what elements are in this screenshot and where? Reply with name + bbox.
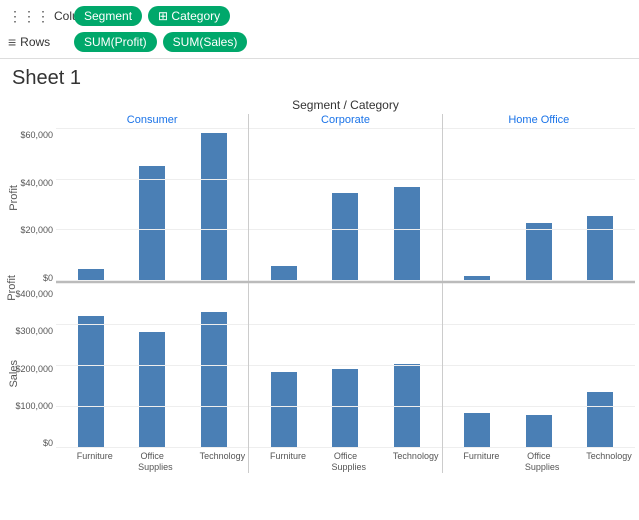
- top-toolbar: ⋮⋮⋮ Columns Segment ⊞ Category ≡ Rows SU…: [0, 0, 639, 59]
- rows-row: ≡ Rows SUM(Profit) SUM(Sales): [8, 32, 631, 52]
- x-labels-area: Furniture Office Supplies Technology Fur…: [4, 448, 635, 473]
- x-label: Office Supplies: [138, 451, 166, 473]
- x-label: Furniture: [270, 451, 298, 473]
- segment-pill[interactable]: Segment: [74, 6, 142, 26]
- bar: [271, 266, 297, 281]
- category-pill[interactable]: ⊞ Category: [148, 6, 230, 26]
- sheet-title: Sheet 1: [0, 59, 639, 98]
- sum-sales-pill[interactable]: SUM(Sales): [163, 32, 248, 52]
- x-label: Furniture: [77, 451, 105, 473]
- bar: [526, 415, 552, 448]
- bar: [78, 316, 104, 448]
- consumer-profit-bars: [56, 128, 249, 281]
- rows-icon: ≡: [8, 34, 16, 50]
- segment-labels: Consumer Corporate Home Office: [56, 114, 635, 128]
- x-label: Office Supplies: [525, 451, 553, 473]
- bar: [587, 392, 613, 448]
- chart-header: Segment / Category: [56, 98, 635, 112]
- profit-y-ticks: $60,000 $40,000 $20,000 $0 $400,000 $300…: [20, 128, 56, 448]
- home-office-profit-bars: [443, 128, 635, 281]
- consumer-sales-bars: [56, 283, 249, 448]
- bar: [139, 166, 165, 281]
- bar: [464, 413, 490, 448]
- x-label: Office Supplies: [331, 451, 359, 473]
- home-office-sales-bars: [443, 283, 635, 448]
- corporate-sales-bars: [249, 283, 442, 448]
- rows-label: ≡ Rows: [8, 34, 68, 50]
- bar: [201, 133, 227, 281]
- segment-consumer: Consumer: [56, 114, 249, 128]
- bar: [526, 223, 552, 281]
- profit-axis-label: Profit: [8, 185, 20, 211]
- segment-corporate: Corporate: [249, 114, 442, 128]
- bar: [139, 332, 165, 448]
- bar: [332, 193, 358, 281]
- columns-label: ⋮⋮⋮ Columns: [8, 8, 68, 25]
- bar: [332, 369, 358, 448]
- home-office-x-labels: Furniture Office Supplies Technology: [443, 448, 635, 473]
- consumer-x-labels: Furniture Office Supplies Technology: [56, 448, 249, 473]
- columns-icon: ⋮⋮⋮: [8, 8, 50, 25]
- chart-body: Profit $60,000 $40,000 $20,000 $0 $400,0…: [4, 128, 635, 448]
- bar: [78, 269, 104, 281]
- sales-chart-row: [56, 283, 635, 448]
- x-label: Technology: [586, 451, 614, 473]
- bar: [394, 364, 420, 448]
- x-label: Technology: [393, 451, 421, 473]
- sales-y-label: [4, 448, 56, 473]
- sum-profit-pill[interactable]: SUM(Profit): [74, 32, 157, 52]
- x-label: Furniture: [463, 451, 491, 473]
- sales-axis-label: Sales: [8, 360, 20, 388]
- chart-panels: [56, 128, 635, 448]
- profit-chart-row: [56, 128, 635, 283]
- bar: [271, 372, 297, 448]
- corporate-x-labels: Furniture Office Supplies Technology: [249, 448, 442, 473]
- bar: [394, 187, 420, 281]
- bar: [201, 312, 227, 448]
- segment-home-office: Home Office: [443, 114, 635, 128]
- columns-row: ⋮⋮⋮ Columns Segment ⊞ Category: [8, 6, 631, 26]
- bar: [587, 216, 613, 281]
- corporate-profit-bars: [249, 128, 442, 281]
- x-label: Technology: [200, 451, 228, 473]
- bar: [464, 276, 490, 281]
- x-labels-row: Furniture Office Supplies Technology Fur…: [56, 448, 635, 473]
